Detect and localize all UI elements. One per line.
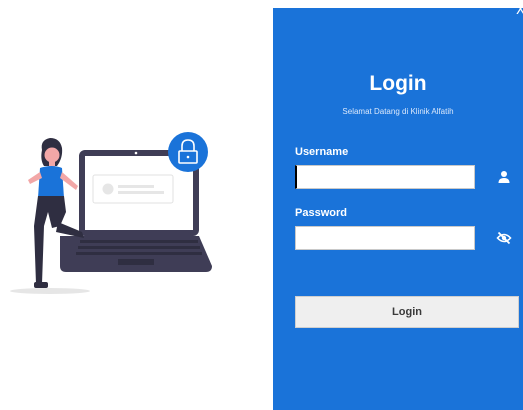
user-icon [498, 171, 510, 183]
login-button[interactable]: Login [295, 296, 519, 328]
screen-card-avatar [102, 183, 114, 195]
page-subtitle: Selamat Datang di Klinik Alfatih [342, 107, 454, 116]
page-title: Login [369, 72, 427, 95]
screen-card-line [118, 191, 164, 194]
login-illustration [10, 132, 212, 294]
username-field[interactable] [295, 165, 475, 189]
password-label: Password [295, 207, 347, 219]
ground-shadow [10, 288, 90, 294]
illustration-area [0, 0, 273, 410]
woman-shirt [38, 166, 64, 198]
woman-shoe [34, 282, 48, 288]
lock-keyhole [186, 155, 190, 159]
eye-slash-icon[interactable] [496, 230, 512, 246]
password-field[interactable] [295, 226, 475, 250]
username-label: Username [295, 146, 349, 158]
close-button[interactable]: X [516, 4, 523, 18]
lock-circle [168, 132, 208, 172]
laptop-camera [134, 151, 138, 155]
woman-face [44, 147, 60, 163]
screen-card-line [118, 185, 154, 188]
